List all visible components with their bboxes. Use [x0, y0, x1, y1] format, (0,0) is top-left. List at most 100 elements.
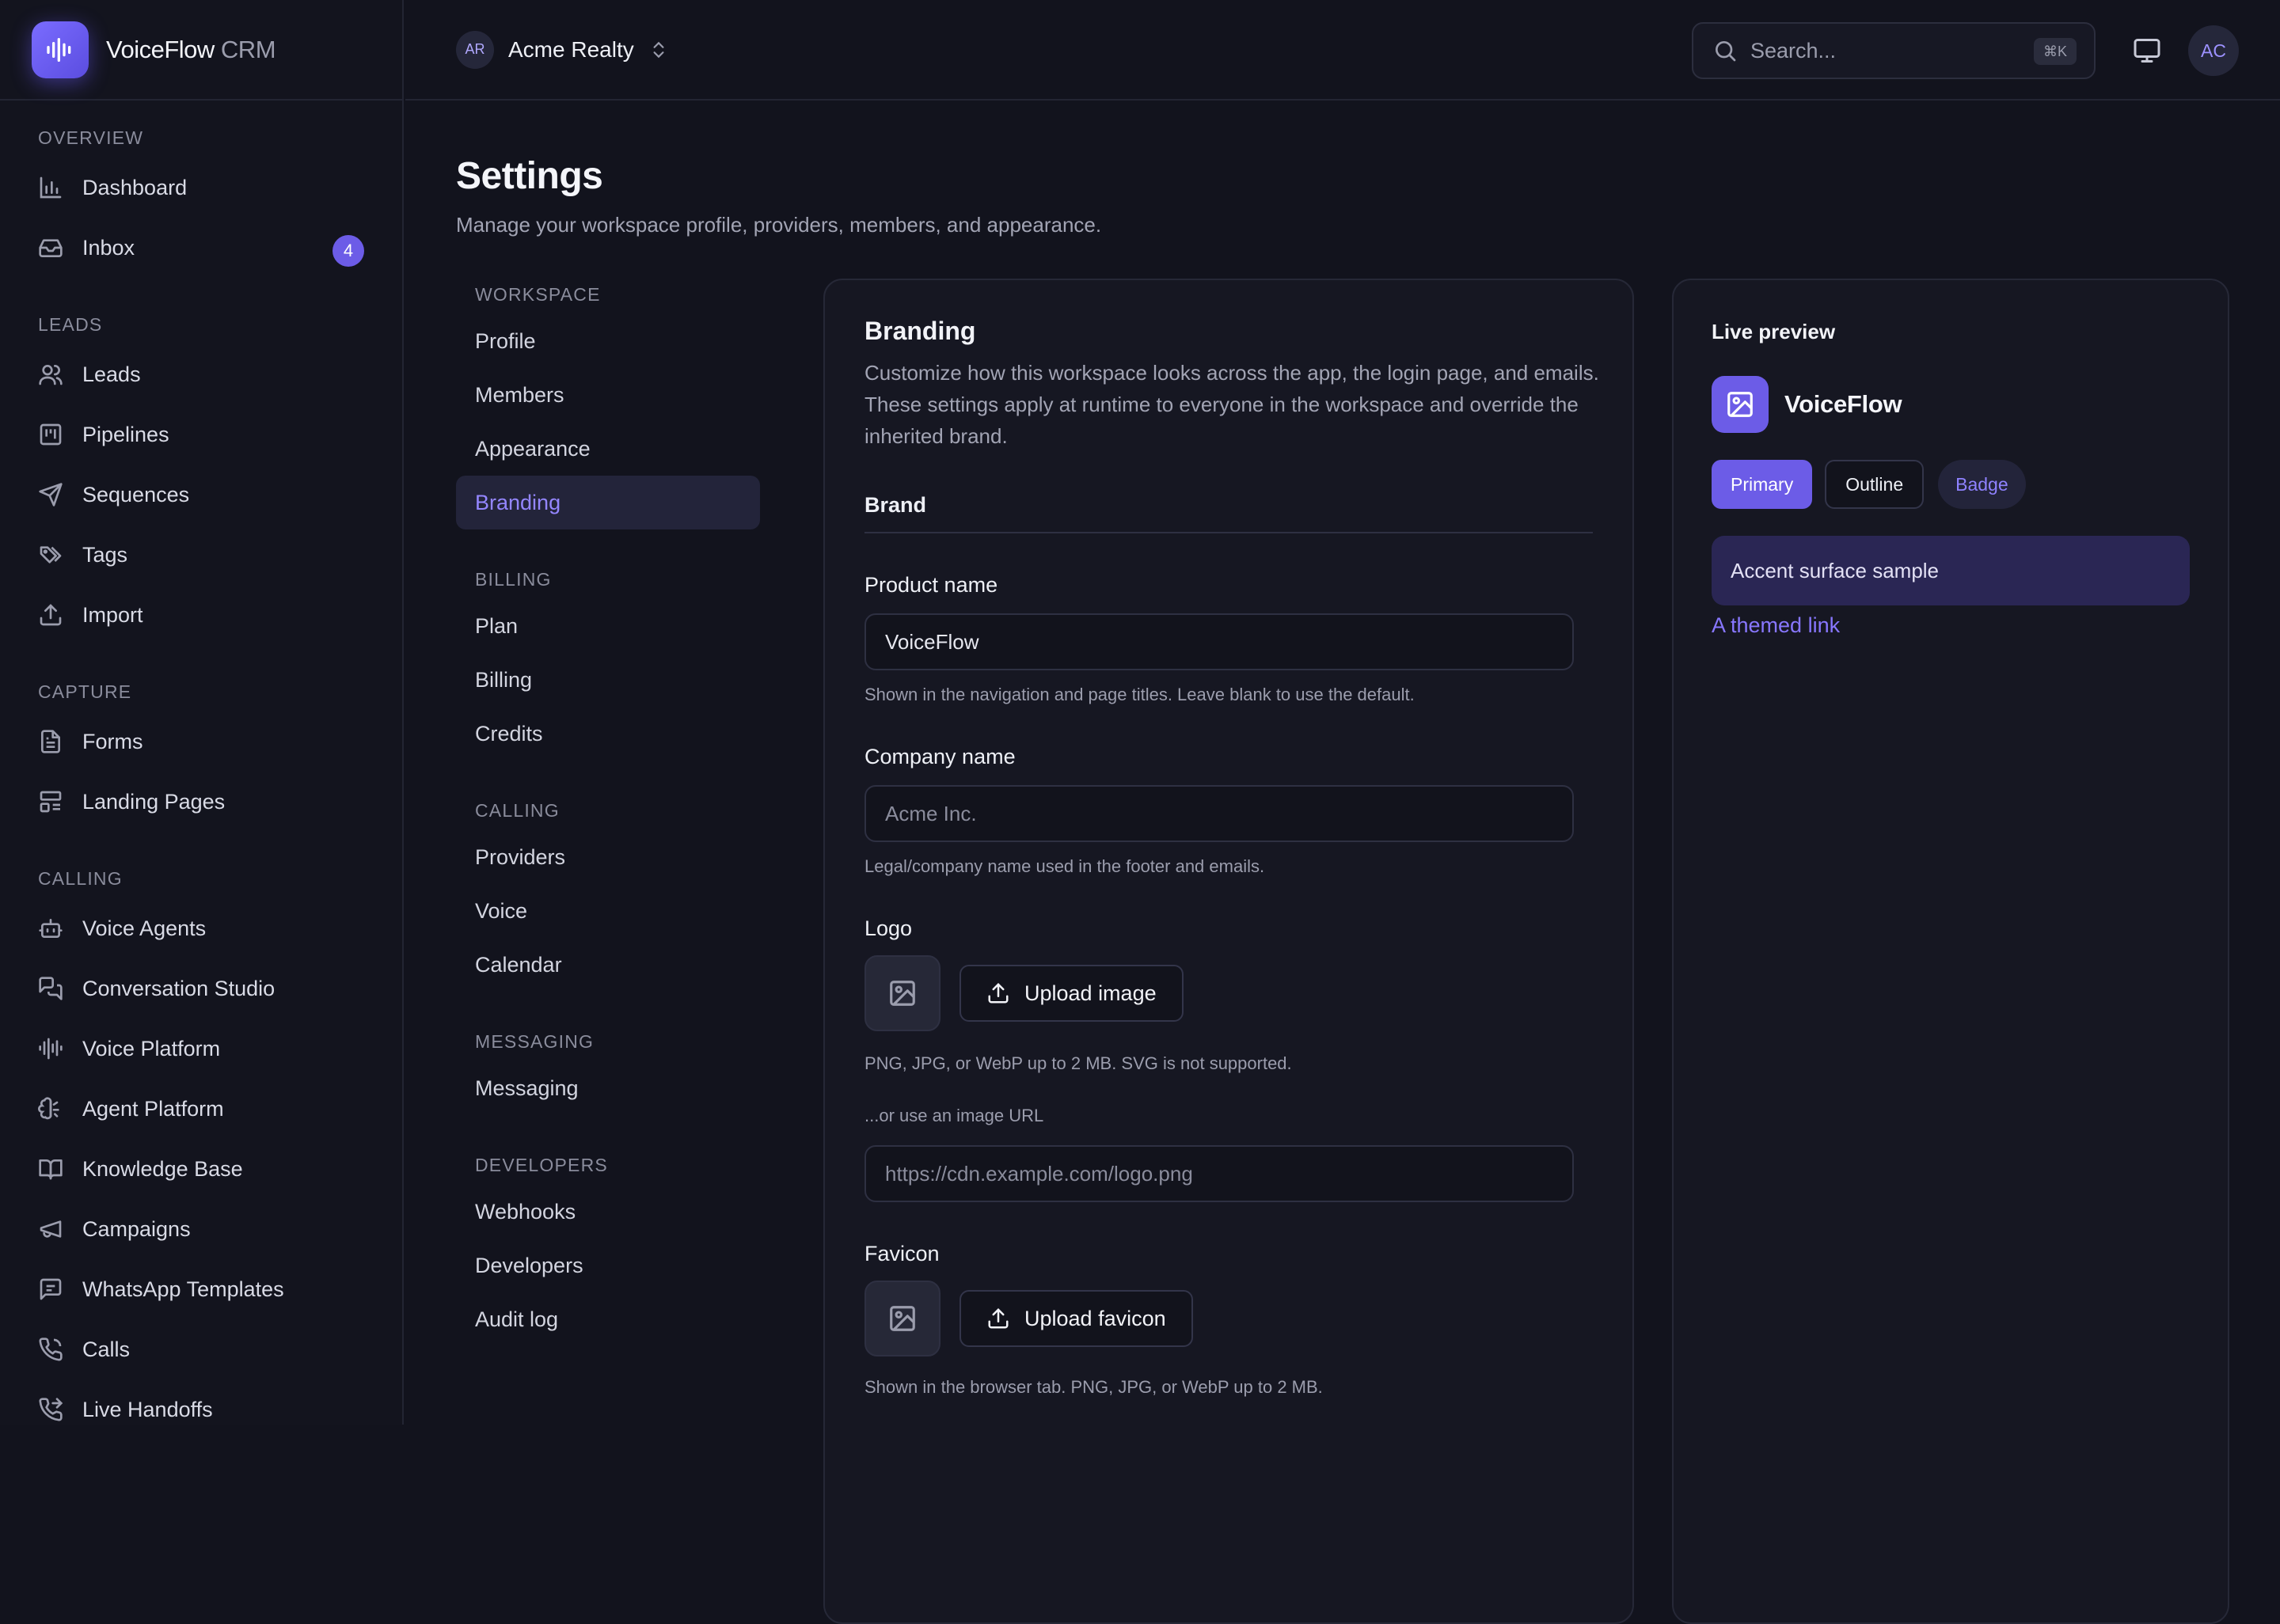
- sidebar-item-campaigns[interactable]: Campaigns: [0, 1199, 402, 1259]
- search-input[interactable]: [1750, 39, 2020, 63]
- sidebar-item-dashboard[interactable]: Dashboard: [0, 157, 402, 218]
- sidebar-item-conversation-studio[interactable]: Conversation Studio: [0, 958, 402, 1019]
- sidebar-item-inbox[interactable]: Inbox 4: [0, 218, 402, 278]
- upload-logo-button[interactable]: Upload image: [960, 965, 1184, 1022]
- logo-url-input[interactable]: [864, 1145, 1574, 1202]
- nav-section-capture: CAPTURE Forms Landing Pages: [0, 664, 402, 832]
- audio-waveform-icon: [32, 21, 89, 78]
- settings-nav-plan[interactable]: Plan: [456, 599, 760, 653]
- preview-buttons: Primary Outline Badge: [1712, 460, 2190, 509]
- book-open-icon: [38, 1156, 63, 1182]
- phone-icon: [38, 1337, 63, 1362]
- card-description: Customize how this workspace looks acros…: [864, 357, 1601, 452]
- search-bar[interactable]: ⌘K: [1692, 22, 2096, 79]
- preview-outline-button[interactable]: Outline: [1825, 460, 1924, 509]
- send-icon: [38, 482, 63, 507]
- sidebar-item-pipelines[interactable]: Pipelines: [0, 404, 402, 465]
- company-name-input[interactable]: [864, 785, 1574, 842]
- phone-forward-icon: [38, 1397, 63, 1422]
- page-title: Settings: [456, 154, 602, 198]
- inbox-icon: [38, 235, 63, 260]
- settings-nav-developers[interactable]: Developers: [456, 1239, 760, 1292]
- settings-nav-members[interactable]: Members: [456, 368, 760, 422]
- sidebar-item-live-handoffs[interactable]: Live Handoffs: [0, 1379, 402, 1425]
- sidebar-item-calls[interactable]: Calls: [0, 1319, 402, 1379]
- settings-nav-appearance[interactable]: Appearance: [456, 422, 760, 476]
- message-square-icon: [38, 1277, 63, 1302]
- tags-icon: [38, 542, 63, 567]
- settings-nav-heading: BILLING: [456, 566, 760, 593]
- settings-nav-heading: DEVELOPERS: [456, 1152, 760, 1178]
- bar-chart-icon: [38, 175, 63, 200]
- sidebar-item-forms[interactable]: Forms: [0, 711, 402, 772]
- settings-nav-heading: CALLING: [456, 797, 760, 824]
- inbox-count-badge: 4: [332, 235, 364, 267]
- favicon-help: Shown in the browser tab. PNG, JPG, or W…: [864, 1377, 1593, 1398]
- preview-title: Live preview: [1712, 320, 2190, 344]
- preview-primary-button[interactable]: Primary: [1712, 460, 1812, 509]
- sidebar-item-agent-platform[interactable]: Agent Platform: [0, 1079, 402, 1139]
- topbar: AR Acme Realty ⌘K AC: [405, 0, 2280, 101]
- favicon-placeholder: [864, 1281, 940, 1356]
- audio-lines-icon: [38, 1036, 63, 1061]
- workspace-name: Acme Realty: [508, 37, 634, 63]
- upload-icon: [986, 1307, 1010, 1330]
- sidebar-item-knowledge-base[interactable]: Knowledge Base: [0, 1139, 402, 1199]
- nav-section-calling: CALLING Voice Agents Conversation Studio…: [0, 851, 402, 1425]
- preview-badge: Badge: [1938, 460, 2026, 509]
- company-name-help: Legal/company name used in the footer an…: [864, 856, 1593, 877]
- brain-icon: [38, 1096, 63, 1121]
- sidebar: VoiceFlow CRM OVERVIEW Dashboard Inbox 4…: [0, 0, 404, 1425]
- layout-icon: [38, 789, 63, 814]
- company-name-label: Company name: [864, 745, 1593, 769]
- section-title-brand: Brand: [864, 493, 1593, 533]
- brand[interactable]: VoiceFlow CRM: [0, 0, 402, 101]
- settings-nav-credits[interactable]: Credits: [456, 707, 760, 761]
- settings-nav-voice[interactable]: Voice: [456, 884, 760, 938]
- sidebar-item-voice-agents[interactable]: Voice Agents: [0, 898, 402, 958]
- upload-favicon-button[interactable]: Upload favicon: [960, 1290, 1193, 1347]
- monitor-icon[interactable]: [2133, 36, 2161, 65]
- settings-nav-billing[interactable]: Billing: [456, 653, 760, 707]
- kanban-icon: [38, 422, 63, 447]
- nav-section-leads: LEADS Leads Pipelines Sequences Tags Imp…: [0, 297, 402, 645]
- card-title: Branding: [864, 317, 1593, 346]
- logo-help: PNG, JPG, or WebP up to 2 MB. SVG is not…: [864, 1053, 1593, 1074]
- live-preview-card: Live preview VoiceFlow Primary Outline B…: [1672, 279, 2229, 1624]
- settings-nav-heading: WORKSPACE: [456, 281, 760, 308]
- sidebar-item-landing-pages[interactable]: Landing Pages: [0, 772, 402, 832]
- settings-nav-messaging[interactable]: Messaging: [456, 1061, 760, 1115]
- megaphone-icon: [38, 1216, 63, 1242]
- sidebar-item-sequences[interactable]: Sequences: [0, 465, 402, 525]
- upload-icon: [986, 981, 1010, 1005]
- sidebar-item-whatsapp-templates[interactable]: WhatsApp Templates: [0, 1259, 402, 1319]
- sidebar-item-tags[interactable]: Tags: [0, 525, 402, 585]
- sidebar-item-leads[interactable]: Leads: [0, 344, 402, 404]
- workspace-switcher[interactable]: AR Acme Realty: [456, 31, 669, 69]
- nav-heading: CALLING: [0, 865, 402, 892]
- nav-heading: OVERVIEW: [0, 124, 402, 151]
- user-avatar[interactable]: AC: [2188, 25, 2239, 76]
- sidebar-nav: OVERVIEW Dashboard Inbox 4 LEADS Leads P…: [0, 101, 402, 1425]
- preview-themed-link[interactable]: A themed link: [1712, 613, 1840, 638]
- sidebar-item-import[interactable]: Import: [0, 585, 402, 645]
- favicon-upload-row: Upload favicon: [864, 1281, 1593, 1356]
- settings-nav-webhooks[interactable]: Webhooks: [456, 1185, 760, 1239]
- settings-nav-calendar[interactable]: Calendar: [456, 938, 760, 992]
- messages-icon: [38, 976, 63, 1001]
- settings-nav-branding[interactable]: Branding: [456, 476, 760, 529]
- settings-nav-audit-log[interactable]: Audit log: [456, 1292, 760, 1346]
- nav-section-overview: OVERVIEW Dashboard Inbox 4: [0, 101, 402, 278]
- image-icon: [887, 1303, 918, 1334]
- product-name-label: Product name: [864, 573, 1593, 598]
- nav-heading: CAPTURE: [0, 678, 402, 705]
- sidebar-item-voice-platform[interactable]: Voice Platform: [0, 1019, 402, 1079]
- settings-nav-providers[interactable]: Providers: [456, 830, 760, 884]
- product-name-help: Shown in the navigation and page titles.…: [864, 685, 1593, 705]
- app-name: VoiceFlow CRM: [106, 36, 276, 64]
- logo-upload-row: Upload image: [864, 955, 1593, 1031]
- settings-nav-profile[interactable]: Profile: [456, 314, 760, 368]
- nav-heading: LEADS: [0, 311, 402, 338]
- logo-label: Logo: [864, 916, 1593, 941]
- product-name-input[interactable]: [864, 613, 1574, 670]
